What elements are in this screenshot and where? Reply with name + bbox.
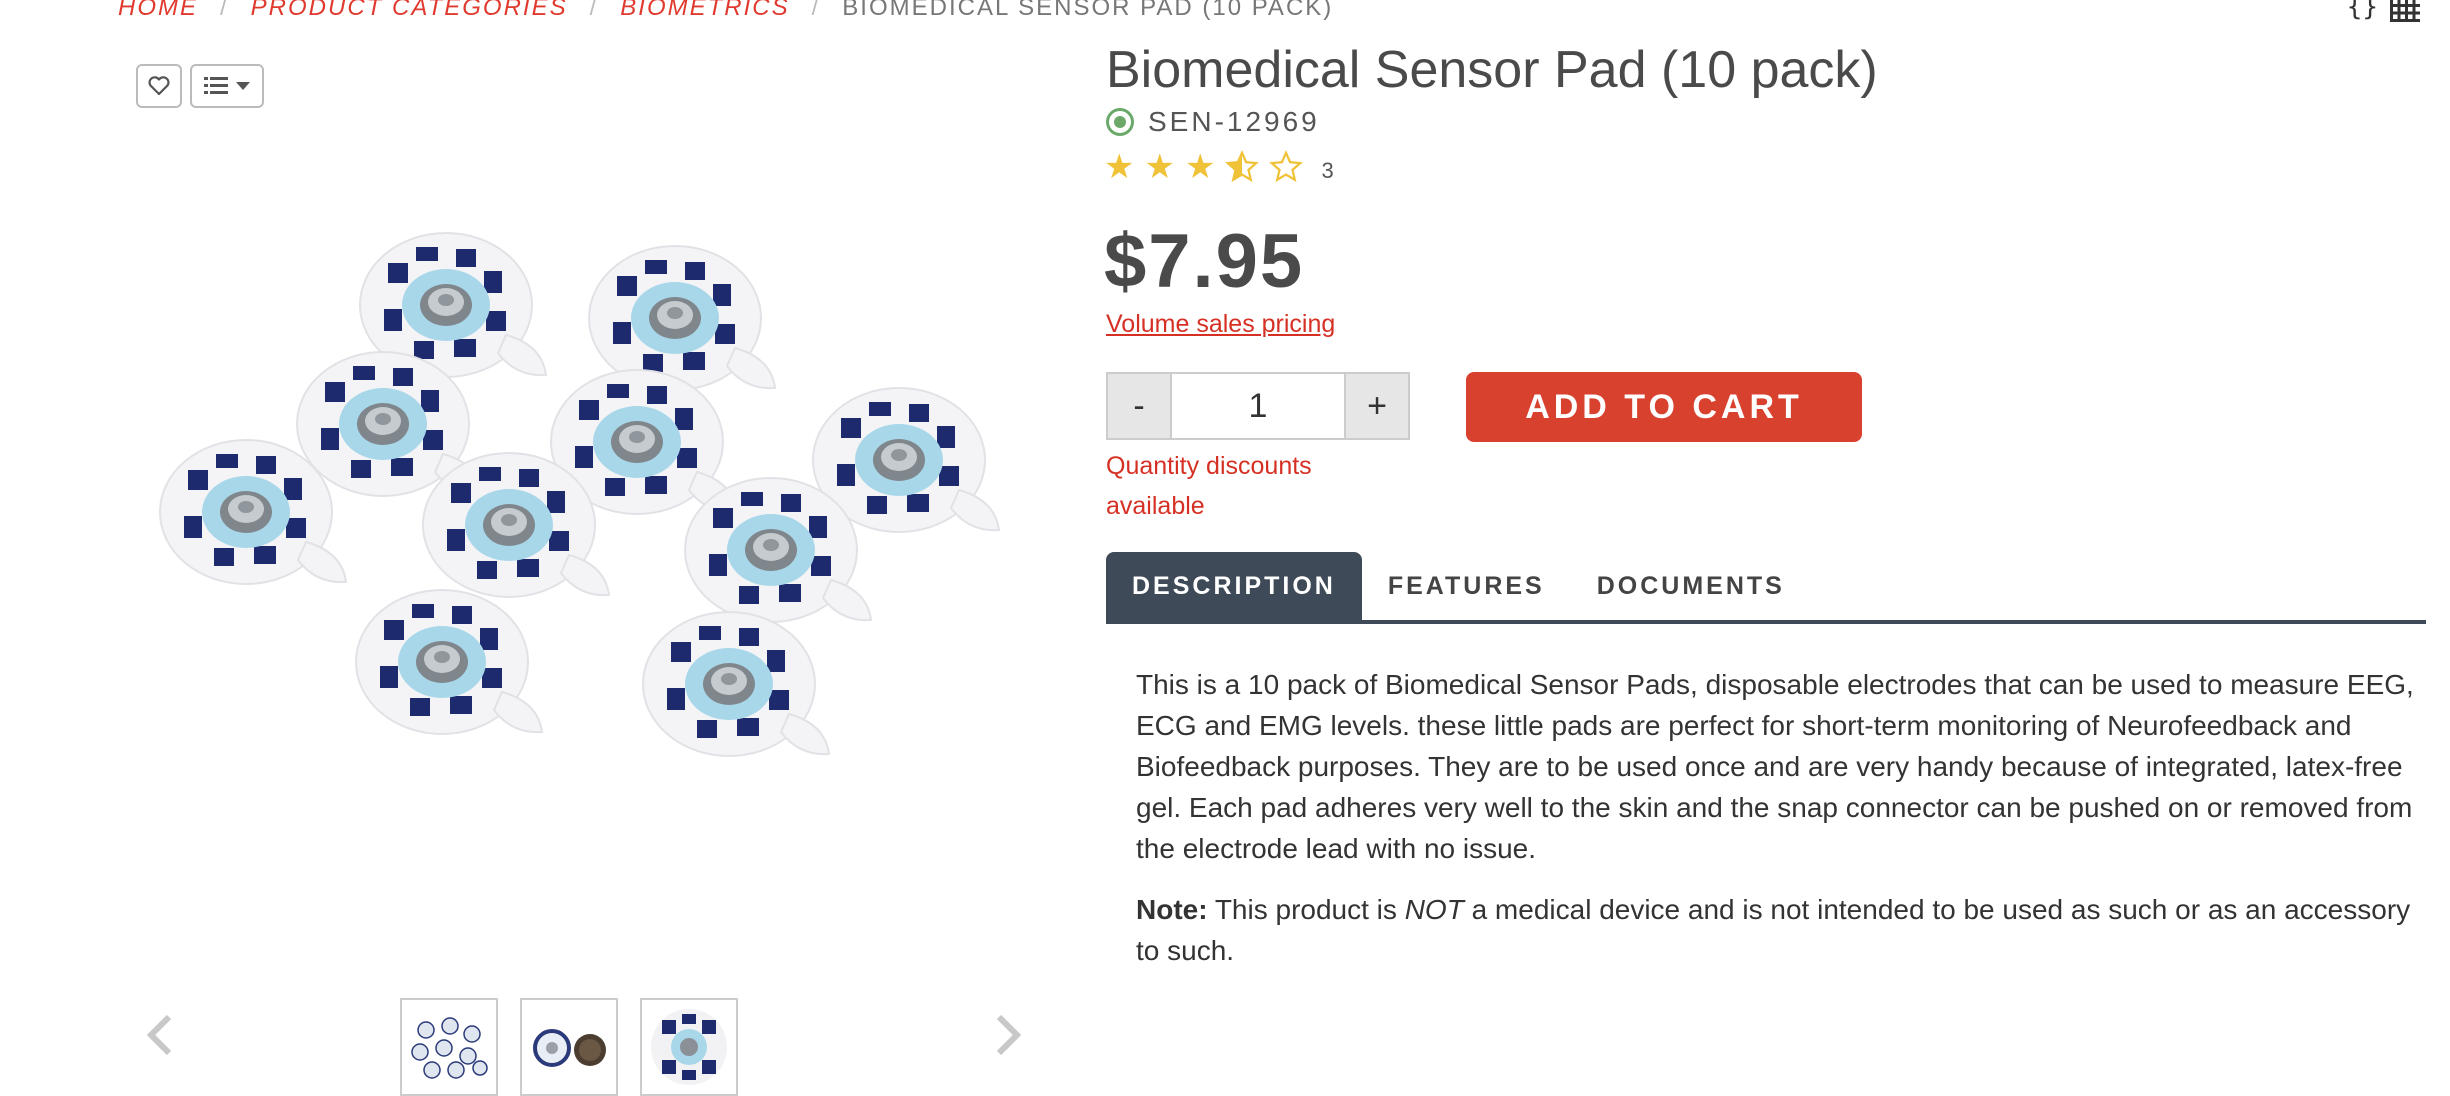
list-icon [204, 77, 228, 94]
product-price: $7.95 [1104, 219, 1305, 304]
product-rating[interactable]: ★ ★ ★ 3 [1104, 150, 1334, 184]
star-half-icon [1225, 150, 1260, 183]
description-note: Note: This product is NOT a medical devi… [1136, 889, 2426, 971]
description-text: This is a 10 pack of Biomedical Sensor P… [1136, 669, 2414, 864]
tab-documents[interactable]: DOCUMENTS [1571, 552, 1811, 620]
gallery-next-button[interactable] [988, 1010, 1028, 1060]
thumbnail-image [651, 1009, 727, 1085]
note-emphasis: NOT [1404, 894, 1464, 925]
sku-text: SEN-12969 [1148, 106, 1320, 137]
breadcrumb-product-categories[interactable]: Product Categories [251, 0, 568, 22]
breadcrumb: Home / Product Categories / Biometrics /… [118, 0, 1333, 28]
top-right-tools: {} [2347, 0, 2420, 22]
heart-icon [148, 76, 170, 96]
code-braces-icon[interactable]: {} [2347, 0, 2378, 22]
note-text-pre: This product is [1214, 894, 1397, 925]
chevron-down-icon [236, 82, 250, 90]
thumbnail-pad-closeup[interactable] [640, 998, 738, 1096]
product-sku: SEN-12969 [1106, 106, 1320, 138]
gallery-prev-button[interactable] [140, 1010, 180, 1060]
star-full-icon: ★ [1104, 148, 1135, 186]
breadcrumb-home[interactable]: Home [118, 0, 198, 22]
tab-description[interactable]: DESCRIPTION [1106, 552, 1362, 620]
description-panel: This is a 10 pack of Biomedical Sensor P… [1136, 664, 2426, 991]
star-empty-icon [1269, 150, 1304, 183]
chevron-left-icon [147, 1015, 172, 1055]
product-main-image[interactable] [150, 210, 1010, 810]
star-full-icon: ★ [1184, 148, 1216, 186]
thumbnail-pads-pack[interactable] [400, 998, 498, 1096]
in-stock-icon [1106, 108, 1134, 136]
note-label: Note: [1136, 894, 1208, 925]
thumbnail-pad-with-coin[interactable] [520, 998, 618, 1096]
grid-icon[interactable] [2390, 0, 2420, 22]
rating-count[interactable]: 3 [1321, 158, 1333, 184]
breadcrumb-separator: / [589, 0, 599, 21]
quantity-input[interactable] [1170, 374, 1346, 438]
product-tabs: DESCRIPTION FEATURES DOCUMENTS [1106, 552, 2426, 624]
breadcrumb-biometrics[interactable]: Biometrics [620, 0, 789, 22]
tab-features[interactable]: FEATURES [1362, 552, 1571, 620]
breadcrumb-separator: / [811, 0, 821, 21]
add-to-cart-button[interactable]: ADD TO CART [1466, 372, 1862, 442]
thumbnail-image [411, 1017, 488, 1079]
thumbnail-image [533, 1029, 606, 1067]
quantity-discounts-link[interactable]: Quantity discounts available [1106, 446, 1346, 526]
star-full-icon: ★ [1144, 148, 1175, 186]
thumbnail-strip [400, 998, 738, 1096]
breadcrumb-separator: / [220, 0, 229, 21]
add-to-list-button[interactable] [190, 64, 264, 108]
chevron-right-icon [996, 1015, 1021, 1055]
breadcrumb-current: Biomedical Sensor Pad (10 pack) [842, 0, 1334, 21]
quantity-increase-button[interactable]: + [1346, 374, 1408, 438]
quantity-decrease-button[interactable]: - [1108, 374, 1170, 438]
volume-pricing-link[interactable]: Volume sales pricing [1106, 310, 1335, 339]
wishlist-button[interactable] [136, 64, 182, 108]
product-title: Biomedical Sensor Pad (10 pack) [1106, 41, 1878, 99]
quantity-stepper: - + [1106, 372, 1410, 440]
